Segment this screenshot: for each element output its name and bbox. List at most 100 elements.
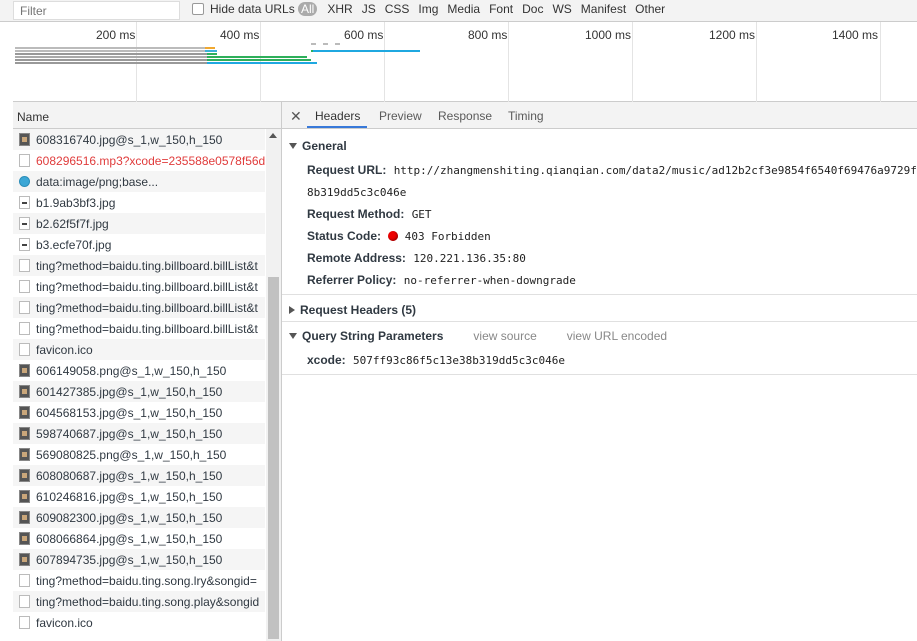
file-icon: [19, 616, 30, 629]
request-name: data:image/png;base...: [36, 174, 159, 189]
file-icon: [19, 259, 30, 272]
timeline-tick-label: 800 ms: [468, 28, 508, 42]
list-item[interactable]: ting?method=baidu.ting.song.play&songid: [13, 591, 265, 612]
list-item[interactable]: b3.ecfe70f.jpg: [13, 234, 265, 255]
waterfall-bar: [311, 43, 316, 45]
list-item[interactable]: 608316740.jpg@s_1,w_150,h_150: [13, 129, 265, 150]
hide-data-urls-checkbox[interactable]: [192, 3, 204, 15]
timeline-tick-label: 400 ms: [220, 28, 260, 42]
view-source-link[interactable]: view source: [473, 329, 536, 343]
list-item[interactable]: 609082300.jpg@s_1,w_150,h_150: [13, 507, 265, 528]
list-item[interactable]: 610246816.jpg@s_1,w_150,h_150: [13, 486, 265, 507]
list-item[interactable]: 607894735.jpg@s_1,w_150,h_150: [13, 549, 265, 570]
waterfall-bar: [205, 47, 215, 49]
type-filter-css[interactable]: CSS: [385, 2, 410, 16]
scrollbar-thumb[interactable]: [268, 277, 279, 639]
request-list-scrollbar[interactable]: [266, 129, 281, 641]
type-filter-manifest[interactable]: Manifest: [581, 2, 626, 16]
list-item[interactable]: ting?method=baidu.ting.billboard.billLis…: [13, 276, 265, 297]
query-param-key: xcode:: [307, 353, 346, 367]
type-filter-media[interactable]: Media: [447, 2, 480, 16]
filter-input[interactable]: [13, 1, 180, 20]
type-filter-ws[interactable]: WS: [552, 2, 571, 16]
image-icon: [19, 133, 30, 146]
scroll-up-arrow-icon[interactable]: [269, 133, 277, 138]
request-name: ting?method=baidu.ting.billboard.billLis…: [36, 300, 258, 315]
waterfall-bar: [15, 47, 205, 49]
referrer-policy-row: Referrer Policy: no-referrer-when-downgr…: [307, 273, 576, 287]
file-icon: [19, 595, 30, 608]
type-filter-all[interactable]: All: [298, 2, 318, 16]
list-item[interactable]: ting?method=baidu.ting.billboard.billLis…: [13, 297, 265, 318]
waterfall-bar: [335, 43, 340, 45]
request-headers-section-toggle[interactable]: Request Headers (5): [289, 303, 416, 317]
request-name: 608316740.jpg@s_1,w_150,h_150: [36, 132, 223, 147]
list-item[interactable]: favicon.ico: [13, 612, 265, 633]
request-url-value-cont: 8b319dd5c3c046e: [307, 186, 407, 199]
general-section-toggle[interactable]: General: [289, 139, 347, 153]
view-url-encoded-link[interactable]: view URL encoded: [567, 329, 667, 343]
request-name: ting?method=baidu.ting.song.lry&songid=: [36, 573, 257, 588]
timeline-tick-label: 1000 ms: [585, 28, 632, 42]
name-column-header[interactable]: Name: [13, 102, 282, 129]
timeline-tick-label: 600 ms: [344, 28, 384, 42]
line-icon: [19, 238, 30, 251]
list-item[interactable]: ting?method=baidu.ting.billboard.billLis…: [13, 318, 265, 339]
request-url-continuation: 8b319dd5c3c046e: [307, 185, 406, 199]
waterfall-bar: [15, 59, 207, 61]
list-item[interactable]: 606149058.png@s_1,w_150,h_150: [13, 360, 265, 381]
waterfall-bar: [207, 53, 217, 55]
list-item[interactable]: 608066864.jpg@s_1,w_150,h_150: [13, 528, 265, 549]
section-divider: [282, 294, 917, 295]
list-item[interactable]: 608080687.jpg@s_1,w_150,h_150: [13, 465, 265, 486]
list-item[interactable]: 604568153.jpg@s_1,w_150,h_150: [13, 402, 265, 423]
list-item[interactable]: 608296516.mp3?xcode=235588e0578f56da: [13, 150, 265, 171]
file-icon: [19, 280, 30, 293]
list-item[interactable]: b2.62f5f7f.jpg: [13, 213, 265, 234]
request-list: 608316740.jpg@s_1,w_150,h_150 608296516.…: [13, 129, 282, 641]
request-name: 598740687.jpg@s_1,w_150,h_150: [36, 426, 223, 441]
hide-data-urls-label: Hide data URLs: [210, 2, 295, 16]
data-icon: [19, 176, 30, 187]
waterfall-bar: [15, 62, 207, 64]
list-item[interactable]: ting?method=baidu.ting.song.lry&songid=: [13, 570, 265, 591]
waterfall-bar: [205, 50, 217, 52]
hide-data-urls-toggle[interactable]: Hide data URLs: [192, 2, 295, 16]
type-filter-doc[interactable]: Doc: [522, 2, 543, 16]
query-param-value: 507ff93c86f5c13e38b319dd5c3c046e: [353, 354, 565, 367]
status-code-label: Status Code:: [307, 229, 382, 243]
timeline-tick-label: 200 ms: [96, 28, 136, 42]
waterfall-bar: [207, 59, 311, 61]
close-icon[interactable]: ✕: [290, 108, 302, 125]
file-icon: [19, 574, 30, 587]
request-name: 607894735.jpg@s_1,w_150,h_150: [36, 552, 223, 567]
image-icon: [19, 553, 30, 566]
list-item[interactable]: ting?method=baidu.ting.billboard.billLis…: [13, 255, 265, 276]
list-item[interactable]: b1.9ab3bf3.jpg: [13, 192, 265, 213]
request-name: b2.62f5f7f.jpg: [36, 216, 109, 231]
type-filter-js[interactable]: JS: [362, 2, 376, 16]
type-filter-xhr[interactable]: XHR: [327, 2, 352, 16]
tab-response[interactable]: Response: [438, 109, 492, 123]
type-filter-other[interactable]: Other: [635, 2, 665, 16]
type-filter-img[interactable]: Img: [418, 2, 438, 16]
request-headers-section-title: Request Headers (5): [300, 303, 417, 317]
status-code-value: 403 Forbidden: [404, 230, 491, 243]
name-column-label: Name: [17, 110, 50, 124]
image-icon: [19, 511, 30, 524]
tab-timing[interactable]: Timing: [508, 109, 544, 123]
query-string-section-toggle[interactable]: Query String Parameters view source view…: [289, 329, 667, 343]
list-item[interactable]: data:image/png;base...: [13, 171, 265, 192]
type-filter-font[interactable]: Font: [489, 2, 513, 16]
timeline-overview[interactable]: 200 ms 400 ms 600 ms 800 ms 1000 ms 1200…: [13, 22, 917, 102]
list-item[interactable]: favicon.ico: [13, 339, 265, 360]
timeline-tick: [880, 22, 881, 102]
list-item[interactable]: 569080825.png@s_1,w_150,h_150: [13, 444, 265, 465]
filter-toolbar: Hide data URLs All XHR JS CSS Img Media …: [0, 0, 917, 22]
request-name: 569080825.png@s_1,w_150,h_150: [36, 447, 227, 462]
tab-headers[interactable]: Headers: [315, 109, 360, 123]
tab-preview[interactable]: Preview: [379, 109, 422, 123]
list-item[interactable]: 598740687.jpg@s_1,w_150,h_150: [13, 423, 265, 444]
request-name: ting?method=baidu.ting.billboard.billLis…: [36, 321, 258, 336]
list-item[interactable]: 601427385.jpg@s_1,w_150,h_150: [13, 381, 265, 402]
